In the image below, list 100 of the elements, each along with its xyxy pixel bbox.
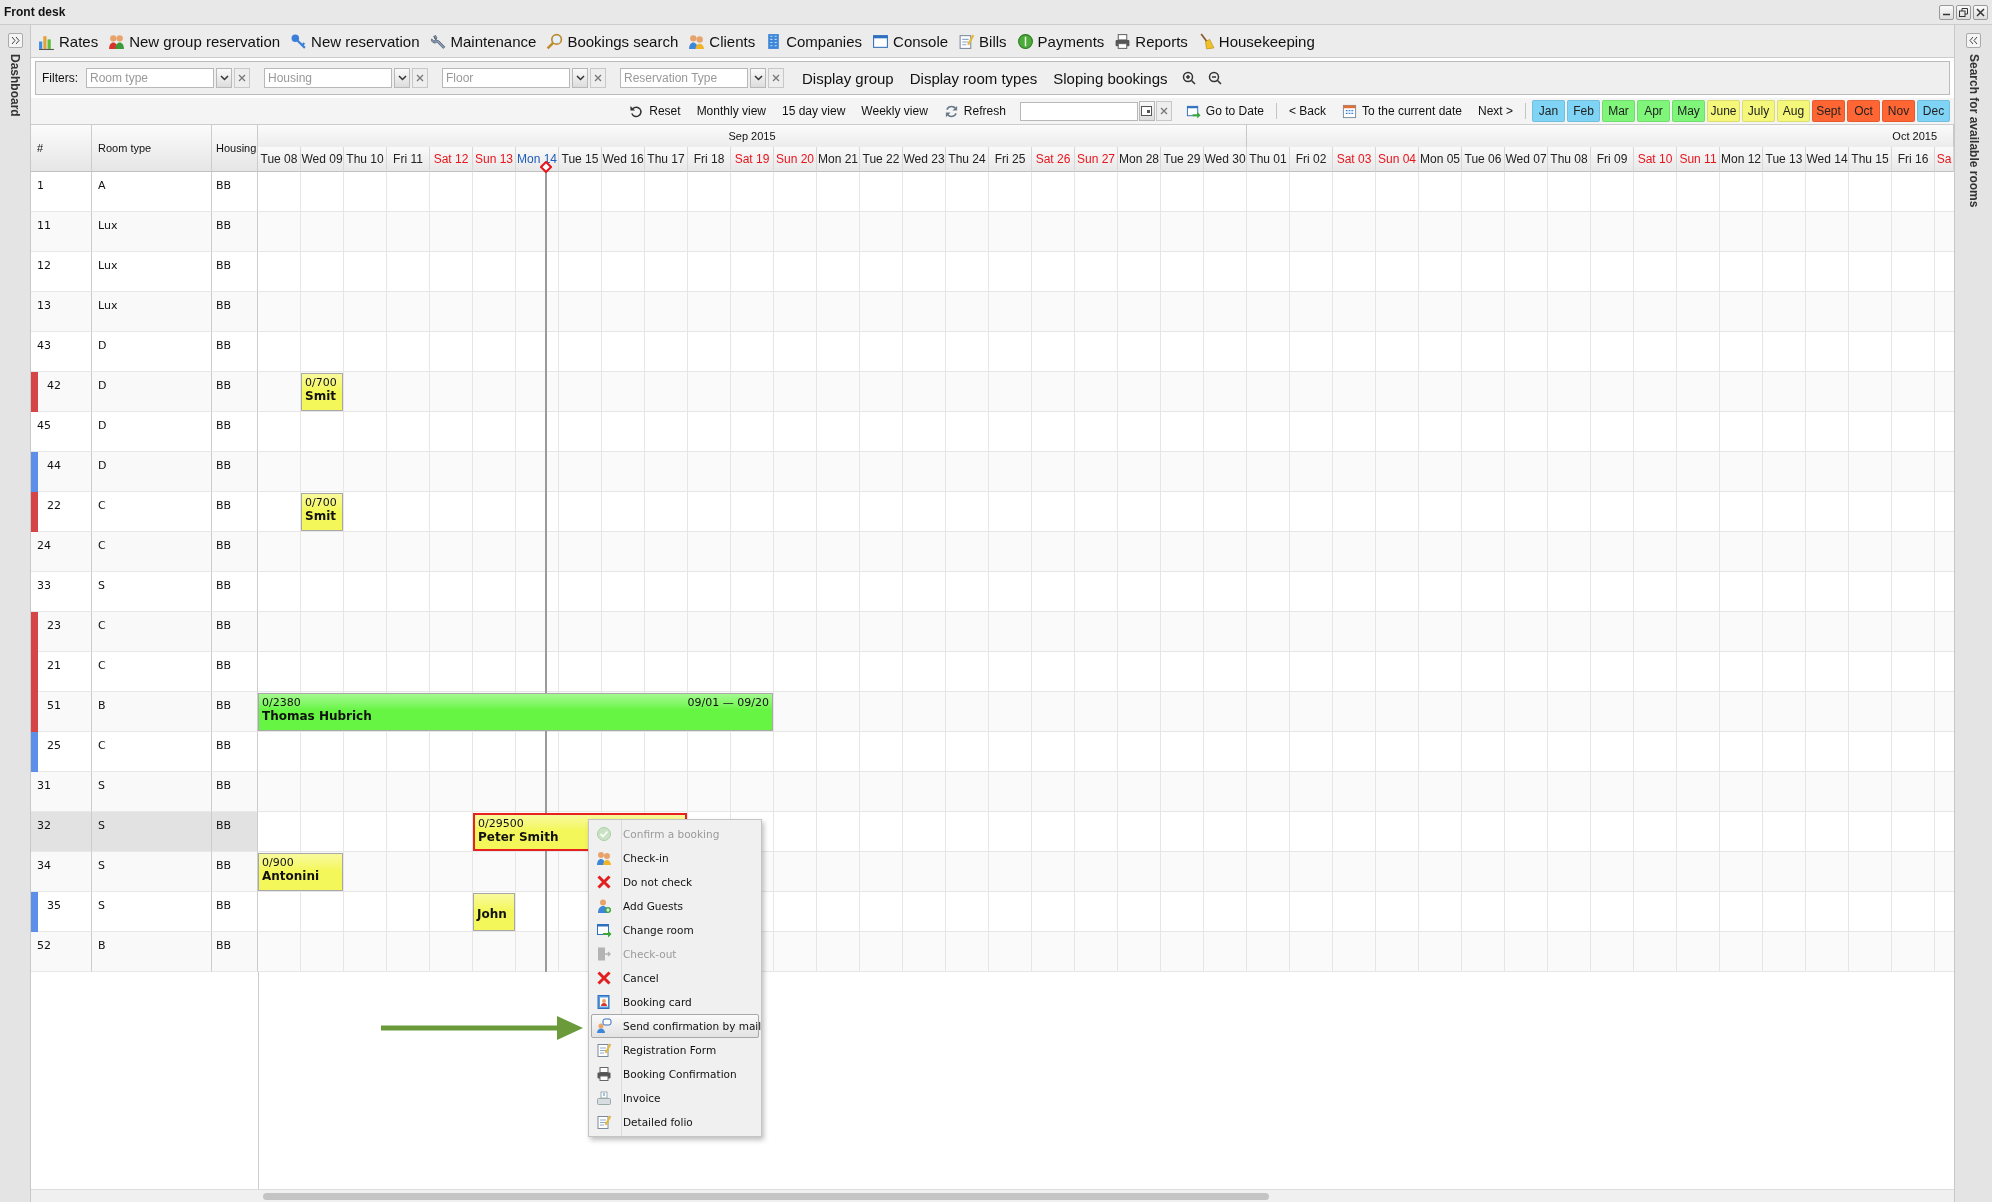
people-icon (688, 32, 706, 50)
refresh-button[interactable]: Refresh (937, 101, 1012, 121)
next-button[interactable]: Next > (1472, 102, 1519, 120)
clear-button[interactable] (234, 68, 250, 88)
guest-name: Thomas Hubrich (262, 709, 372, 723)
room-number-cell: 35 (38, 892, 92, 932)
filter-option-button[interactable]: Sloping bookings (1049, 67, 1172, 89)
toolbar-button[interactable]: Reports (1111, 30, 1191, 52)
menu-item[interactable]: Booking Confirmation (591, 1062, 759, 1086)
booking-bar[interactable]: 0/2380 09/01 — 09/20 Thomas Hubrich (258, 693, 773, 731)
expand-button[interactable] (7, 33, 23, 48)
filter-field[interactable]: Housing (264, 68, 392, 88)
close-button[interactable] (1973, 4, 1988, 20)
view-button[interactable]: Weekly view (855, 102, 934, 120)
menu-item[interactable]: Send confirmation by mail (591, 1014, 759, 1038)
minimize-button[interactable] (1939, 4, 1954, 20)
view-button[interactable]: 15 day view (776, 102, 852, 120)
month-button[interactable]: Oct (1847, 100, 1880, 122)
dropdown-button[interactable] (750, 68, 766, 88)
filter-option-button[interactable]: Display room types (905, 67, 1042, 89)
clear-button[interactable] (768, 68, 784, 88)
day-header: Mon 12 (1720, 147, 1763, 172)
booking-amount: 0/900 (262, 856, 294, 869)
room-type-cell: S (92, 892, 212, 932)
room-type-cell: C (92, 492, 212, 532)
toolbar-button[interactable]: Console (869, 30, 952, 52)
column-header[interactable]: Room type (92, 125, 212, 172)
current-date-button[interactable]: To the current date (1335, 101, 1468, 121)
dropdown-button[interactable] (394, 68, 410, 88)
month-button[interactable]: Aug (1777, 100, 1810, 122)
toolbar-button[interactable]: Bills (955, 30, 1010, 52)
filter-field[interactable]: Room type (86, 68, 214, 88)
filter-field[interactable]: Reservation Type (620, 68, 748, 88)
booking-amount: 0/700 (305, 376, 337, 389)
toolbar-button[interactable]: New group reservation (105, 30, 284, 52)
menu-item[interactable]: Cancel (591, 966, 759, 990)
reset-button[interactable]: Reset (623, 101, 687, 121)
toolbar-button[interactable]: Companies (762, 30, 866, 52)
date-picker-button[interactable] (1138, 101, 1155, 121)
room-type-cell: Lux (92, 252, 212, 292)
menu-item[interactable]: Detailed folio (591, 1110, 759, 1134)
toolbar-button[interactable]: Maintenance (426, 30, 540, 52)
room-type-cell: A (92, 172, 212, 212)
booking-bar[interactable]: 0/700 Smit (301, 373, 343, 411)
toolbar-button[interactable]: Payments (1013, 30, 1108, 52)
month-button[interactable]: June (1707, 100, 1740, 122)
month-button[interactable]: Feb (1567, 100, 1600, 122)
month-button[interactable]: Jan (1532, 100, 1565, 122)
month-button[interactable]: Nov (1882, 100, 1915, 122)
dropdown-button[interactable] (572, 68, 588, 88)
month-button[interactable]: Mar (1602, 100, 1635, 122)
filters-label: Filters: (42, 71, 78, 85)
housing-cell: BB (212, 892, 258, 932)
month-button[interactable]: July (1742, 100, 1775, 122)
toolbar-button[interactable]: Bookings search (543, 30, 682, 52)
month-button[interactable]: Sept (1812, 100, 1845, 122)
filter-option-button[interactable]: Display group (798, 67, 898, 89)
toolbar-button[interactable]: New reservation (287, 30, 423, 52)
month-button[interactable]: Dec (1917, 100, 1950, 122)
day-header: Fri 02 (1290, 147, 1333, 172)
menu-item[interactable]: Booking card (591, 990, 759, 1014)
menu-item[interactable]: Invoice (591, 1086, 759, 1110)
toolbar-button[interactable]: Clients (685, 30, 759, 52)
clear-button[interactable] (1155, 101, 1172, 121)
collapse-button[interactable] (1966, 33, 1981, 48)
menu-item[interactable]: Change room (591, 918, 759, 942)
month-button[interactable]: Apr (1637, 100, 1670, 122)
back-button[interactable]: < Back (1282, 102, 1332, 120)
month-button[interactable]: May (1672, 100, 1705, 122)
go-to-date-button[interactable]: Go to Date (1179, 101, 1270, 121)
toolbar-button[interactable]: Housekeeping (1194, 30, 1318, 52)
day-header: Thu 10 (344, 147, 387, 172)
menu-item[interactable]: Do not check (591, 870, 759, 894)
menu-item[interactable]: Add Guests (591, 894, 759, 918)
clear-button[interactable] (590, 68, 606, 88)
scrollbar-thumb[interactable] (263, 1192, 1269, 1200)
person-chat-icon (596, 1018, 612, 1034)
menu-item[interactable]: Registration Form (591, 1038, 759, 1062)
column-header[interactable]: Housing (212, 125, 258, 172)
booking-bar[interactable]: 0/900 Antonini (258, 853, 343, 891)
date-field[interactable] (1019, 101, 1138, 121)
room-type-cell: D (92, 452, 212, 492)
printer-icon (596, 1090, 612, 1106)
search-rooms-panel-title[interactable]: Search for available rooms (1966, 54, 1981, 208)
room-type-cell: C (92, 532, 212, 572)
day-header: Sa (1935, 147, 1954, 172)
dashboard-panel-title[interactable]: Dashboard (8, 54, 22, 117)
clear-button[interactable] (412, 68, 428, 88)
booking-bar[interactable]: 0/700 Smit (301, 493, 343, 531)
day-header: Tue 13 (1763, 147, 1806, 172)
day-header: Tue 08 (258, 147, 301, 172)
dropdown-button[interactable] (216, 68, 232, 88)
clear-icon (1159, 107, 1168, 115)
filter-field[interactable]: Floor (442, 68, 570, 88)
toolbar-button[interactable]: Rates (35, 30, 102, 52)
day-header: Wed 30 (1204, 147, 1247, 172)
column-header[interactable]: # (31, 125, 92, 172)
view-button[interactable]: Monthly view (690, 102, 772, 120)
booking-bar[interactable]: John (473, 893, 515, 931)
restore-button[interactable] (1956, 4, 1971, 20)
